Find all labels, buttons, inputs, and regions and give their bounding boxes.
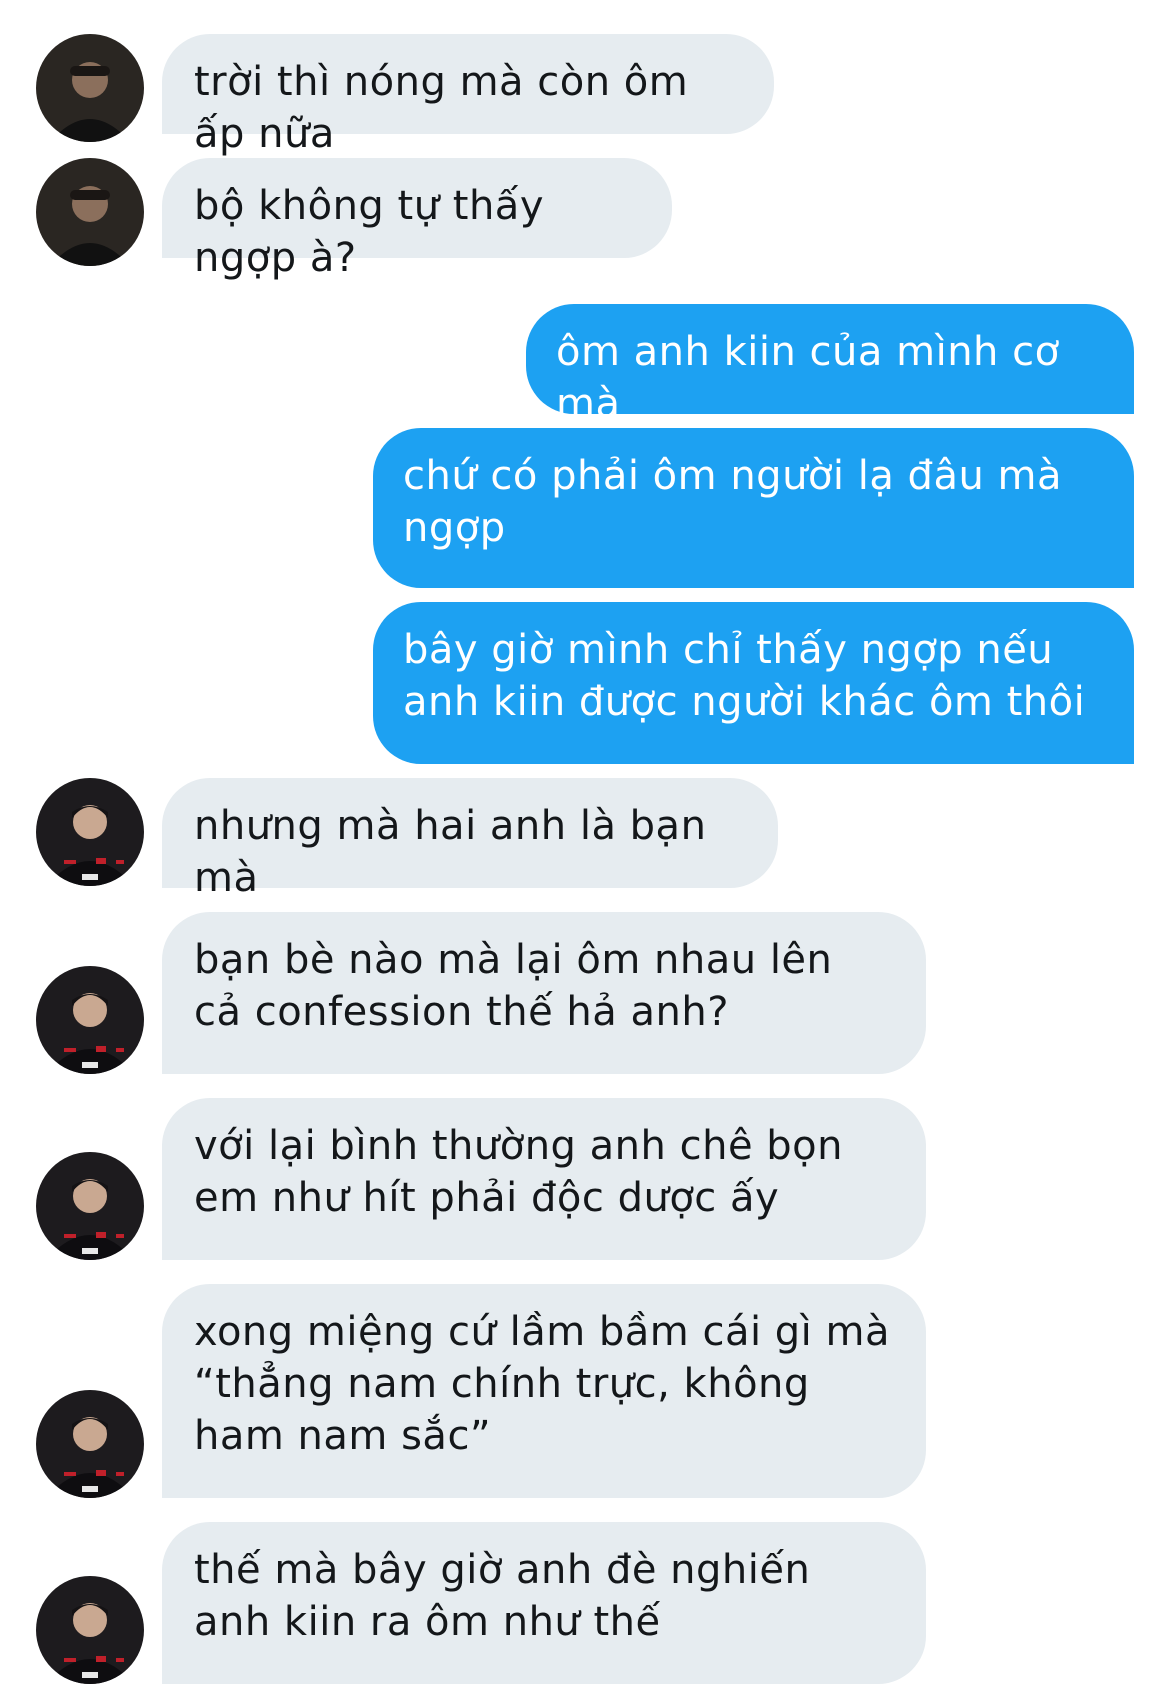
person-photo-icon: [36, 34, 144, 142]
message-bubble[interactable]: với lại bình thường anh chê bọn em như h…: [162, 1098, 926, 1260]
message-bubble[interactable]: bộ không tự thấy ngợp à?: [162, 158, 672, 281]
person-photo-icon: [36, 158, 144, 266]
message-bubble[interactable]: xong miệng cứ lầm bầm cái gì mà “thẳng n…: [162, 1284, 926, 1498]
message-bubble[interactable]: bạn bè nào mà lại ôm nhau lên cả confess…: [162, 912, 926, 1074]
message-bubble[interactable]: ôm anh kiin của mình cơ mà: [526, 304, 1134, 427]
person-photo-icon: [36, 1152, 144, 1260]
message-bubble[interactable]: bây giờ mình chỉ thấy ngợp nếu anh kiin …: [373, 602, 1134, 764]
avatar[interactable]: [36, 158, 144, 266]
message-bubble[interactable]: chứ có phải ôm người lạ đâu mà ngợp: [373, 428, 1134, 588]
person-photo-icon: [36, 966, 144, 1074]
person-photo-icon: [36, 1576, 144, 1684]
person-photo-icon: [36, 778, 144, 886]
avatar[interactable]: [36, 778, 144, 886]
message-bubble[interactable]: nhưng mà hai anh là bạn mà: [162, 778, 778, 901]
avatar[interactable]: [36, 1390, 144, 1498]
avatar[interactable]: [36, 966, 144, 1074]
avatar[interactable]: [36, 34, 144, 142]
message-bubble[interactable]: trời thì nóng mà còn ôm ấp nữa: [162, 34, 774, 157]
avatar[interactable]: [36, 1152, 144, 1260]
avatar[interactable]: [36, 1576, 144, 1684]
message-bubble[interactable]: thế mà bây giờ anh đè nghiến anh kiin ra…: [162, 1522, 926, 1684]
person-photo-icon: [36, 1390, 144, 1498]
